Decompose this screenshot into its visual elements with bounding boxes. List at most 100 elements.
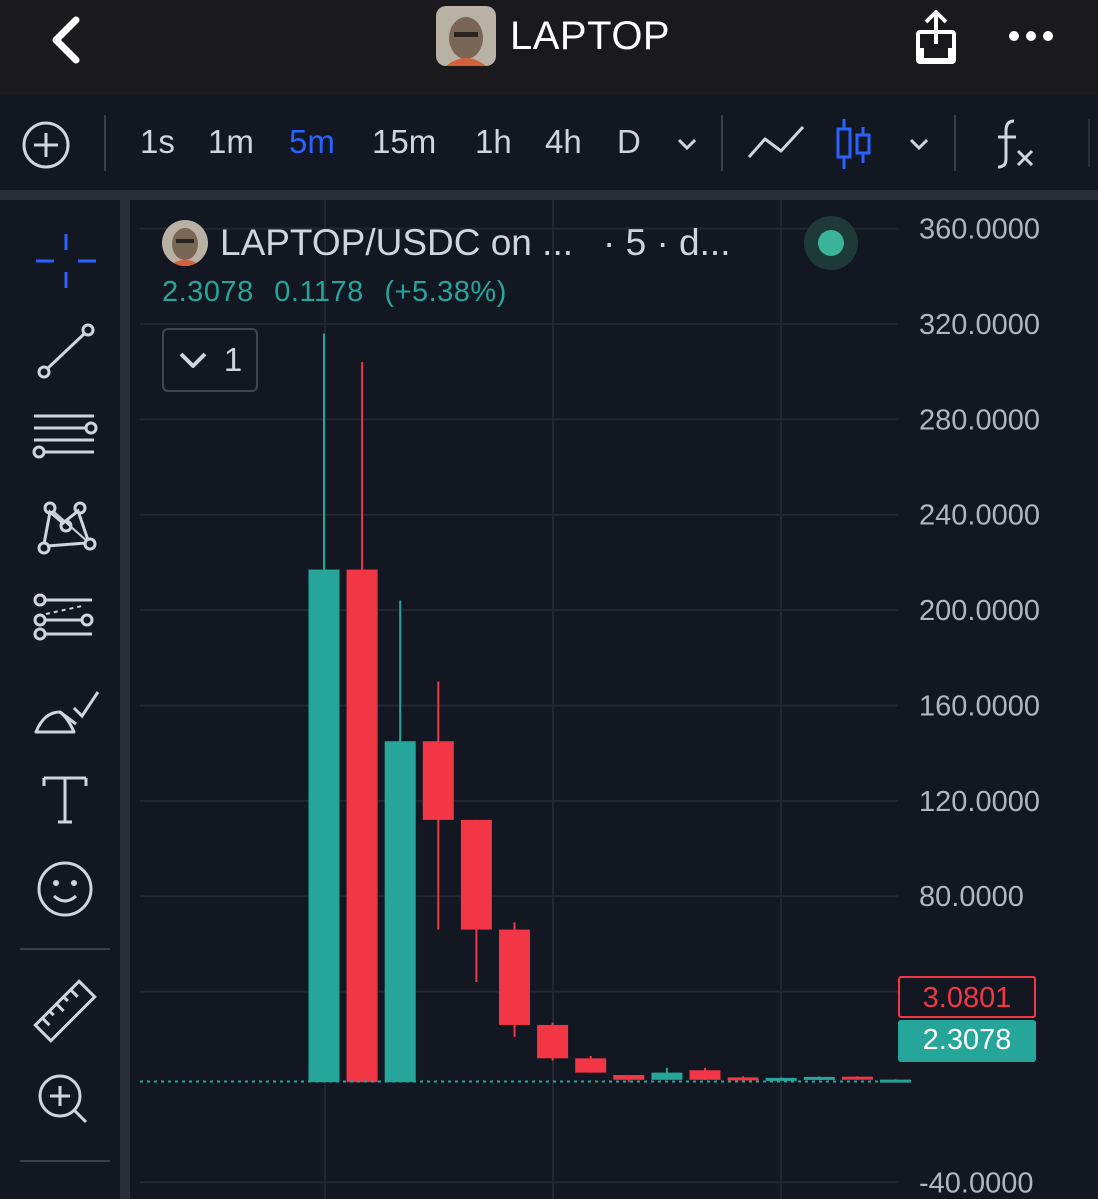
sidebar-divider [20,1160,110,1162]
pattern-tool[interactable] [30,496,100,566]
share-icon [916,10,956,64]
timeframe-4h[interactable]: 4h [545,123,582,161]
candlestick-icon [836,119,871,169]
legend-title-row[interactable]: LAPTOP/USDC on ... · 5 · d... [162,218,730,268]
price-axis-tick-label: 280.0000 [919,404,1040,436]
candle-body [537,1024,569,1059]
add-circle-icon [22,121,70,169]
chevron-down-icon [677,138,697,151]
chart-pane[interactable]: 360.0000 320.0000 280.0000 240.0000 200.0000… [140,200,1098,1199]
chart-legend: LAPTOP/USDC on ... · 5 · d... 2.3078 0.1… [162,218,730,309]
pattern-icon [37,501,97,555]
candle-body [384,741,416,1083]
candle-body [308,569,340,1083]
candles [308,333,911,1083]
sidebar-divider [20,948,110,950]
candle-body [346,569,378,1083]
legend-change-percent: (+5.38%) [384,276,507,308]
price-axis-tick-label: -40.0000 [919,1167,1034,1199]
more-horizontal-icon [1009,31,1053,41]
brush-icon [34,691,100,734]
candle-body [841,1076,873,1080]
price-axis-tick-label: 80.0000 [919,881,1024,913]
chevron-left-icon [52,16,80,64]
timeframe-15m[interactable]: 15m [372,123,436,161]
trend-line-tool[interactable] [30,316,100,386]
trend-line-icon [37,323,95,379]
toolbar-divider [721,115,723,171]
zoom-in-tool[interactable] [30,1064,100,1134]
timeframe-1s[interactable]: 1s [140,123,175,161]
candle-body [765,1077,797,1081]
status-dot [818,230,844,256]
indicators-button[interactable] [992,115,1038,171]
symbol-name[interactable]: LAPTOP/USDC on ... [220,222,573,264]
token-avatar [436,6,496,66]
zoom-in-icon [38,1074,88,1124]
line-chart-icon [747,125,805,158]
indicators-collapse-button[interactable]: 1 [162,328,258,392]
chart-type-dropdown[interactable] [904,129,934,159]
price-axis-tick-label: 360.0000 [919,214,1040,246]
emoji-icon [37,861,93,917]
candle-body [499,929,530,1025]
ruler-tool[interactable] [30,976,100,1046]
toolbar-divider [104,115,106,171]
page-title: LAPTOP [510,13,671,58]
candle-body [422,741,454,820]
title-group: LAPTOP [436,6,670,66]
text-icon [42,776,88,824]
ruler-icon [33,979,97,1043]
crosshair-icon [36,234,96,288]
legend-change: 0.1178 [274,276,364,308]
toolbar-divider [954,115,956,171]
drawing-tools-sidebar [0,200,130,1199]
interval-label: · 5 · d... [603,222,731,263]
price-axis-tick-label: 240.0000 [919,500,1040,532]
horizontal-lines-tool[interactable] [30,406,100,476]
emoji-tool[interactable] [30,854,100,924]
current-price-tag: 2.3078 [898,1020,1036,1062]
candle-body [689,1070,721,1080]
legend-price: 2.3078 [162,276,254,308]
back-button[interactable] [40,10,100,65]
price-axis-tick-label: 200.0000 [919,595,1040,627]
brush-tool[interactable] [30,678,100,748]
candle-body [803,1076,835,1080]
forecast-icon [33,593,94,641]
symbol-avatar-image [162,220,208,266]
last-price-tag: 3.0801 [898,976,1036,1018]
chart-toolbar: 1s 1m 5m 15m 1h 4h D [0,95,1098,200]
timeframe-1h[interactable]: 1h [475,123,512,161]
chevron-down-icon [909,138,929,151]
add-symbol-button[interactable] [20,119,72,171]
price-axis-tick-label: 120.0000 [919,786,1040,818]
candle-body [575,1058,607,1073]
timeframe-d[interactable]: D [617,123,641,161]
price-axis-tick-label: 320.0000 [919,309,1040,341]
symbol-avatar [162,220,208,266]
timeframe-1m[interactable]: 1m [208,123,254,161]
top-navigation-bar: LAPTOP [0,0,1098,95]
candlestick-button[interactable] [834,117,874,173]
candle-body [651,1072,683,1080]
candle-body [727,1077,759,1081]
share-button[interactable] [908,6,964,66]
timeframe-5m[interactable]: 5m [289,123,335,161]
horizontal-lines-icon [32,414,98,459]
line-chart-button[interactable] [745,119,807,169]
indicator-count: 1 [223,341,243,378]
chevron-down-icon [179,352,207,368]
toolbar-divider [1088,119,1090,167]
legend-values: 2.3078 0.1178 (+5.38%) [162,276,730,309]
timeframe-dropdown[interactable] [672,129,702,159]
indicators-fx-icon [997,119,1034,169]
forecast-tool[interactable] [30,586,100,656]
market-status-indicator[interactable] [804,216,858,270]
token-avatar-image [436,6,496,66]
crosshair-tool[interactable] [30,228,100,298]
candle-body [613,1075,645,1080]
text-tool[interactable] [30,766,100,836]
price-axis-tick-label: 160.0000 [919,690,1040,722]
more-options-button[interactable] [1004,18,1058,54]
